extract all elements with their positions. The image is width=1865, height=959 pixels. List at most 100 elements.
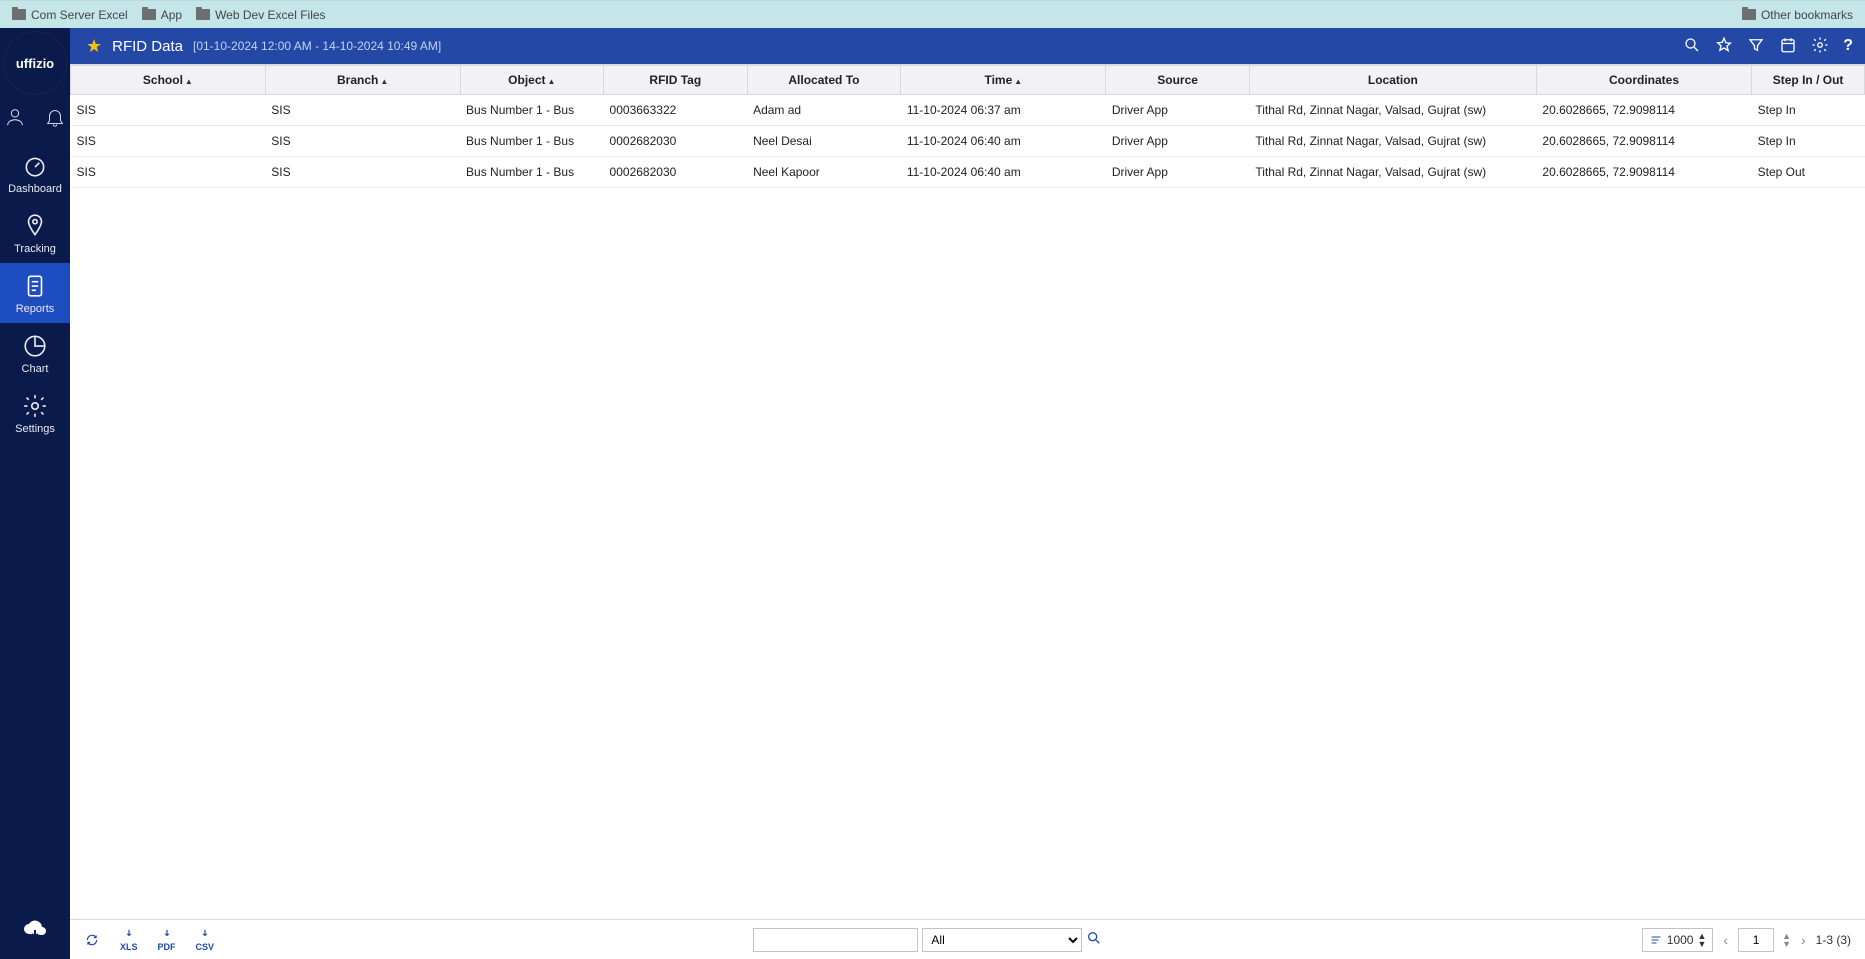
cell-branch: SIS bbox=[265, 126, 460, 157]
table-row[interactable]: SISSISBus Number 1 - Bus0003663322Adam a… bbox=[71, 95, 1865, 126]
column-header[interactable]: Allocated To bbox=[747, 66, 901, 95]
export-pdf[interactable]: PDF bbox=[158, 928, 176, 952]
document-icon bbox=[22, 273, 48, 299]
cell-source: Driver App bbox=[1106, 95, 1250, 126]
column-header[interactable]: Branch▲ bbox=[265, 66, 460, 95]
cell-step: Step Out bbox=[1752, 157, 1865, 188]
page-range: 1-3 (3) bbox=[1816, 933, 1851, 947]
cell-coord: 20.6028665, 72.9098114 bbox=[1536, 95, 1751, 126]
cell-loc: Tithal Rd, Zinnat Nagar, Valsad, Gujrat … bbox=[1249, 95, 1536, 126]
help-icon[interactable]: ? bbox=[1843, 37, 1853, 55]
cell-school: SIS bbox=[71, 126, 266, 157]
brand-text: uffizio bbox=[16, 56, 54, 71]
export-label: PDF bbox=[158, 942, 176, 952]
other-bookmarks[interactable]: Other bookmarks bbox=[1742, 8, 1853, 22]
filter-select[interactable]: All bbox=[922, 928, 1082, 952]
gear-icon bbox=[22, 393, 48, 419]
pin-icon bbox=[22, 213, 48, 239]
brand-logo[interactable]: uffizio bbox=[4, 32, 66, 94]
sort-asc-icon: ▲ bbox=[548, 77, 556, 86]
column-header[interactable]: School▲ bbox=[71, 66, 266, 95]
column-header[interactable]: Object▲ bbox=[460, 66, 604, 95]
column-header[interactable]: Step In / Out bbox=[1752, 66, 1865, 95]
star-outline-icon[interactable] bbox=[1715, 36, 1733, 57]
cell-time: 11-10-2024 06:40 am bbox=[901, 157, 1106, 188]
cell-loc: Tithal Rd, Zinnat Nagar, Valsad, Gujrat … bbox=[1249, 126, 1536, 157]
page-size-value: 1000 bbox=[1667, 933, 1694, 947]
export-csv[interactable]: CSV bbox=[196, 928, 215, 952]
bookmark-left: Com Server Excel App Web Dev Excel Files bbox=[12, 8, 326, 22]
cell-branch: SIS bbox=[265, 157, 460, 188]
column-header[interactable]: Coordinates bbox=[1536, 66, 1751, 95]
column-header[interactable]: Location bbox=[1249, 66, 1536, 95]
user-icon[interactable] bbox=[4, 106, 26, 131]
sidebar-item-reports[interactable]: Reports bbox=[0, 263, 70, 323]
page-size-select[interactable]: 1000 ▲▼ bbox=[1642, 928, 1714, 952]
cell-object: Bus Number 1 - Bus bbox=[460, 126, 604, 157]
cell-loc: Tithal Rd, Zinnat Nagar, Valsad, Gujrat … bbox=[1249, 157, 1536, 188]
cell-rfid: 0002682030 bbox=[604, 126, 748, 157]
footer-search-icon[interactable] bbox=[1086, 930, 1102, 949]
cell-rfid: 0003663322 bbox=[604, 95, 748, 126]
export-label: XLS bbox=[120, 942, 138, 952]
star-icon[interactable]: ★ bbox=[86, 36, 102, 57]
cell-alloc: Adam ad bbox=[747, 95, 901, 126]
download-cloud-icon[interactable] bbox=[0, 918, 70, 945]
cell-school: SIS bbox=[71, 157, 266, 188]
export-xls[interactable]: XLS bbox=[120, 928, 138, 952]
folder-icon bbox=[142, 9, 156, 20]
cell-time: 11-10-2024 06:37 am bbox=[901, 95, 1106, 126]
folder-icon bbox=[1742, 9, 1756, 20]
search-icon[interactable] bbox=[1683, 36, 1701, 57]
sort-asc-icon: ▲ bbox=[380, 77, 388, 86]
sidebar-item-chart[interactable]: Chart bbox=[0, 323, 70, 383]
folder-icon bbox=[196, 9, 210, 20]
prev-page[interactable]: ‹ bbox=[1721, 932, 1730, 948]
page-number-input[interactable] bbox=[1738, 928, 1774, 952]
table-row[interactable]: SISSISBus Number 1 - Bus0002682030Neel K… bbox=[71, 157, 1865, 188]
sidebar-item-tracking[interactable]: Tracking bbox=[0, 203, 70, 263]
next-page[interactable]: › bbox=[1799, 932, 1808, 948]
folder-icon bbox=[12, 9, 26, 20]
refresh-icon[interactable] bbox=[84, 933, 100, 947]
calendar-icon[interactable] bbox=[1779, 36, 1797, 57]
sidebar-item-dashboard[interactable]: Dashboard bbox=[0, 143, 70, 203]
column-header[interactable]: Time▲ bbox=[901, 66, 1106, 95]
table-row[interactable]: SISSISBus Number 1 - Bus0002682030Neel D… bbox=[71, 126, 1865, 157]
cell-step: Step In bbox=[1752, 95, 1865, 126]
filter-icon[interactable] bbox=[1747, 36, 1765, 57]
cell-branch: SIS bbox=[265, 95, 460, 126]
bookmark-item[interactable]: Com Server Excel bbox=[12, 8, 128, 22]
rfid-table: School▲Branch▲Object▲RFID TagAllocated T… bbox=[70, 65, 1865, 188]
cell-step: Step In bbox=[1752, 126, 1865, 157]
bookmark-label: App bbox=[161, 8, 182, 22]
bell-icon[interactable] bbox=[44, 106, 66, 131]
table-wrap[interactable]: School▲Branch▲Object▲RFID TagAllocated T… bbox=[70, 64, 1865, 919]
cell-coord: 20.6028665, 72.9098114 bbox=[1536, 126, 1751, 157]
table-body: SISSISBus Number 1 - Bus0003663322Adam a… bbox=[71, 95, 1865, 188]
column-header[interactable]: RFID Tag bbox=[604, 66, 748, 95]
sidebar-item-settings[interactable]: Settings bbox=[0, 383, 70, 443]
main-content: ★ RFID Data [01-10-2024 12:00 AM - 14-10… bbox=[70, 28, 1865, 959]
bookmark-label: Com Server Excel bbox=[31, 8, 128, 22]
footer: XLS PDF CSV All 1000 ▲▼ ‹ bbox=[70, 919, 1865, 959]
page-title: RFID Data bbox=[112, 38, 183, 55]
sort-asc-icon: ▲ bbox=[185, 77, 193, 86]
bookmark-item[interactable]: App bbox=[142, 8, 182, 22]
piechart-icon bbox=[22, 333, 48, 359]
cell-source: Driver App bbox=[1106, 157, 1250, 188]
cell-coord: 20.6028665, 72.9098114 bbox=[1536, 157, 1751, 188]
cell-school: SIS bbox=[71, 95, 266, 126]
bookmark-bar: Com Server Excel App Web Dev Excel Files… bbox=[0, 0, 1865, 28]
cell-source: Driver App bbox=[1106, 126, 1250, 157]
sidebar-item-label: Chart bbox=[22, 363, 49, 375]
bookmark-label: Web Dev Excel Files bbox=[215, 8, 325, 22]
column-header[interactable]: Source bbox=[1106, 66, 1250, 95]
cell-alloc: Neel Kapoor bbox=[747, 157, 901, 188]
table-head-row: School▲Branch▲Object▲RFID TagAllocated T… bbox=[71, 66, 1865, 95]
cell-object: Bus Number 1 - Bus bbox=[460, 95, 604, 126]
gear-icon[interactable] bbox=[1811, 36, 1829, 57]
cell-time: 11-10-2024 06:40 am bbox=[901, 126, 1106, 157]
footer-search-input[interactable] bbox=[753, 928, 918, 952]
bookmark-item[interactable]: Web Dev Excel Files bbox=[196, 8, 325, 22]
